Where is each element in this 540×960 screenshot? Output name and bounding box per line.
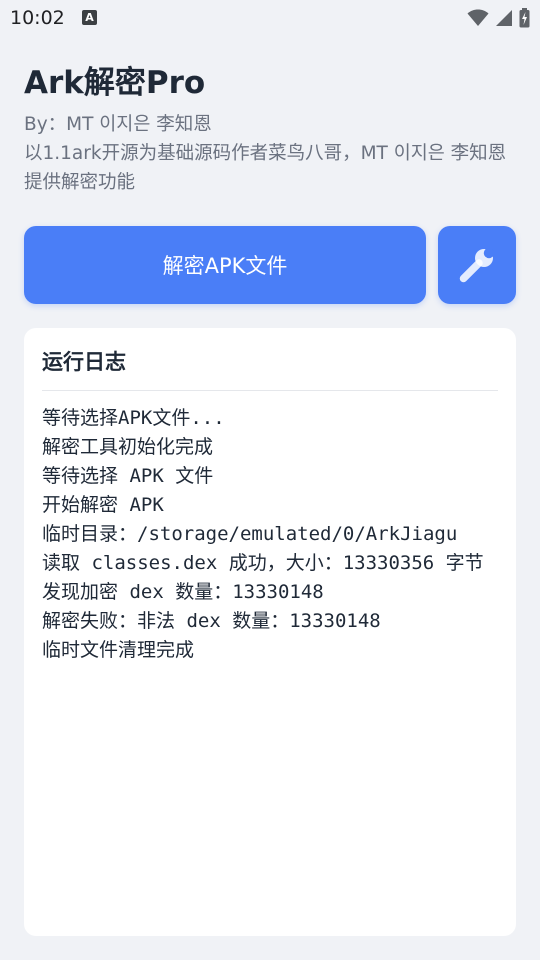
decrypt-apk-button-label: 解密APK文件 [162, 254, 288, 278]
log-line: 临时文件清理完成 [42, 639, 195, 661]
log-line: 解密工具初始化完成 [42, 436, 214, 458]
notification-app-icon: A [82, 10, 97, 25]
log-line: 发现加密 dex 数量：13330148 [42, 581, 324, 603]
cell-signal-icon [496, 10, 512, 26]
log-card: 运行日志 等待选择APK文件... 解密工具初始化完成 等待选择 APK 文件 … [24, 328, 516, 936]
decrypt-apk-button[interactable]: 解密APK文件 [24, 226, 426, 304]
status-bar: 10:02 A [0, 0, 540, 36]
app-title: Ark解密Pro [24, 65, 206, 101]
wrench-icon [459, 247, 495, 283]
app-byline: By：MT 이지은 李知恩 [24, 114, 212, 135]
battery-icon [519, 8, 530, 28]
log-line: 开始解密 APK [42, 494, 164, 516]
log-line: 等待选择 APK 文件 [42, 465, 214, 487]
log-line: 解密失败：非法 dex 数量：13330148 [42, 610, 381, 632]
tools-button[interactable] [438, 226, 516, 304]
wifi-icon [467, 9, 489, 26]
log-line: 等待选择APK文件... [42, 407, 225, 429]
app-description: By：MT 이지은 李知恩 以1.1ark开源为基础源码作者菜鸟八哥，MT 이지… [24, 110, 520, 197]
status-time: 10:02 [10, 7, 65, 29]
log-list[interactable]: 等待选择APK文件... 解密工具初始化完成 等待选择 APK 文件 开始解密 … [42, 404, 498, 665]
app-credits: 以1.1ark开源为基础源码作者菜鸟八哥，MT 이지은 李知恩提供解密功能 [24, 143, 507, 193]
notification-app-letter: A [85, 11, 94, 24]
log-divider [42, 390, 498, 391]
log-line: 读取 classes.dex 成功，大小：13330356 字节 [42, 552, 484, 574]
status-icons [467, 8, 530, 28]
log-title: 运行日志 [42, 350, 126, 374]
header: Ark解密Pro By：MT 이지은 李知恩 以1.1ark开源为基础源码作者菜… [24, 62, 520, 197]
action-row: 解密APK文件 [24, 226, 516, 304]
log-line: 临时目录：/storage/emulated/0/ArkJiagu [42, 523, 458, 545]
